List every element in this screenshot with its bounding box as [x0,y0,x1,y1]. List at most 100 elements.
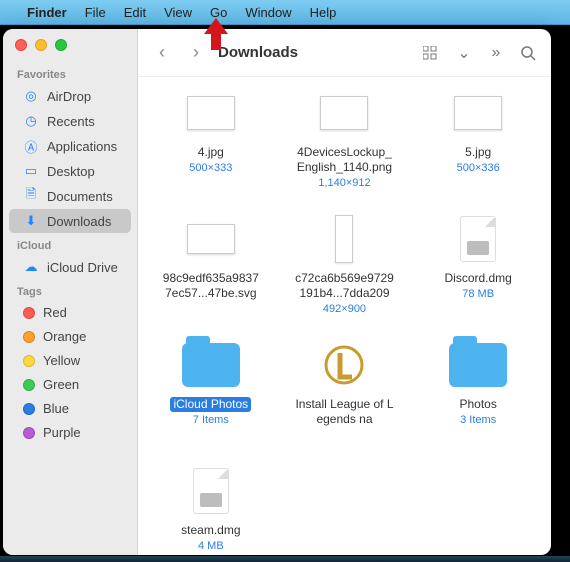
more-toolbar-icon[interactable]: » [485,42,507,64]
section-icloud: iCloud [3,234,137,254]
sidebar-label: Yellow [43,353,80,368]
airdrop-icon: ◎ [23,88,39,104]
file-item[interactable]: 4.jpg 500×333 [144,83,278,209]
tag-blue[interactable]: Blue [9,397,131,420]
file-name: Photos [459,397,496,412]
finder-main: ‹ › Downloads ⌄ » 4.jpg 500×333 4DevicesLo… [138,29,551,555]
sidebar-item-icloud-drive[interactable]: ☁ iCloud Drive [9,255,131,279]
section-favorites: Favorites [3,63,137,83]
sidebar-item-downloads[interactable]: ⬇Downloads [9,209,131,233]
file-item[interactable]: 5.jpg 500×336 [411,83,545,209]
file-meta: 500×333 [189,162,232,174]
file-icon [446,211,510,267]
annotation-arrow-icon [202,18,230,50]
tag-dot-icon [23,403,35,415]
sidebar-label: Purple [43,425,81,440]
menu-edit[interactable]: Edit [115,5,155,20]
file-item[interactable]: steam.dmg 4 MB [144,461,278,555]
file-name: 4.jpg [198,145,224,160]
tag-dot-icon [23,331,35,343]
tag-dot-icon [23,355,35,367]
sidebar-label: Recents [47,114,95,129]
cloud-icon: ☁ [23,259,39,275]
file-name: c72ca6b569e9729191b4...7dda209 [294,271,394,301]
window-controls [3,39,137,63]
section-tags: Tags [3,280,137,300]
file-meta: 1,140×912 [318,177,370,189]
group-by-icon[interactable]: ⌄ [453,42,475,64]
toolbar: ‹ › Downloads ⌄ » [138,29,551,77]
sidebar-label: Red [43,305,67,320]
file-meta: 492×900 [323,303,366,315]
menu-view[interactable]: View [155,5,201,20]
file-icon [446,337,510,393]
menu-window[interactable]: Window [236,5,300,20]
view-switcher-icon[interactable] [421,42,443,64]
search-icon[interactable] [517,42,539,64]
menubar-app[interactable]: Finder [18,5,76,20]
tag-dot-icon [23,379,35,391]
file-item[interactable]: Discord.dmg 78 MB [411,209,545,335]
sidebar-item-airdrop[interactable]: ◎ AirDrop [9,84,131,108]
file-item[interactable]: 4DevicesLockup_English_1140.png 1,140×912 [278,83,412,209]
sidebar-label: AirDrop [47,89,91,104]
sidebar-item-recents[interactable]: ◷ Recents [9,109,131,133]
file-meta: 78 MB [462,288,494,300]
file-item[interactable]: iCloud Photos7 Items [144,335,278,461]
doc-icon: 🗎 [23,188,39,204]
file-grid[interactable]: 4.jpg 500×333 4DevicesLockup_English_1140.… [138,77,551,555]
sidebar-item-applications[interactable]: ⒶApplications [9,134,131,158]
sidebar: Favorites ◎ AirDrop ◷ Recents ⒶApplication… [3,29,138,555]
file-name: 4DevicesLockup_English_1140.png [294,145,394,175]
file-name: Discord.dmg [444,271,511,286]
desktop-background [0,556,570,562]
finder-window: Favorites ◎ AirDrop ◷ Recents ⒶApplication… [3,29,551,555]
tag-dot-icon [23,427,35,439]
file-item[interactable]: Install League of Legends na [278,335,412,461]
tag-yellow[interactable]: Yellow [9,349,131,372]
close-button[interactable] [15,39,27,51]
sidebar-label: Green [43,377,79,392]
file-meta: 3 Items [460,414,496,426]
file-icon [179,85,243,141]
file-meta: 7 Items [193,414,229,426]
tag-orange[interactable]: Orange [9,325,131,348]
file-item[interactable]: 98c9edf635a98377ec57...47be.svg [144,209,278,335]
location-title: Downloads [218,44,298,61]
file-icon [179,337,243,393]
sidebar-label: Orange [43,329,86,344]
tag-dot-icon [23,307,35,319]
clock-icon: ◷ [23,113,39,129]
desktop-icon: ▭ [23,163,39,179]
menubar: Finder File Edit View Go Window Help [0,0,570,25]
menu-help[interactable]: Help [301,5,346,20]
menu-file[interactable]: File [76,5,115,20]
file-name: steam.dmg [181,523,240,538]
back-button[interactable]: ‹ [150,41,174,65]
sidebar-label: iCloud Drive [47,260,118,275]
tag-purple[interactable]: Purple [9,421,131,444]
file-meta: 500×336 [457,162,500,174]
minimize-button[interactable] [35,39,47,51]
file-item[interactable]: Photos 3 Items [411,335,545,461]
file-icon [179,211,243,267]
tag-red[interactable]: Red [9,301,131,324]
sidebar-label: Blue [43,401,69,416]
downloads-icon: ⬇ [23,213,39,229]
sidebar-label: Desktop [47,164,95,179]
file-icon [446,85,510,141]
file-icon [312,211,376,267]
sidebar-label: Documents [47,189,113,204]
sidebar-item-documents[interactable]: 🗎 Documents [9,184,131,208]
file-name: 5.jpg [465,145,491,160]
sidebar-label: Applications [47,139,117,154]
tag-green[interactable]: Green [9,373,131,396]
file-icon [312,85,376,141]
file-name: Install League of Legends na [294,397,394,427]
file-item[interactable]: c72ca6b569e9729191b4...7dda209 492×900 [278,209,412,335]
sidebar-item-desktop[interactable]: ▭ Desktop [9,159,131,183]
zoom-button[interactable] [55,39,67,51]
file-meta: 4 MB [198,540,224,552]
file-name: 98c9edf635a98377ec57...47be.svg [161,271,261,301]
file-icon [312,337,376,393]
